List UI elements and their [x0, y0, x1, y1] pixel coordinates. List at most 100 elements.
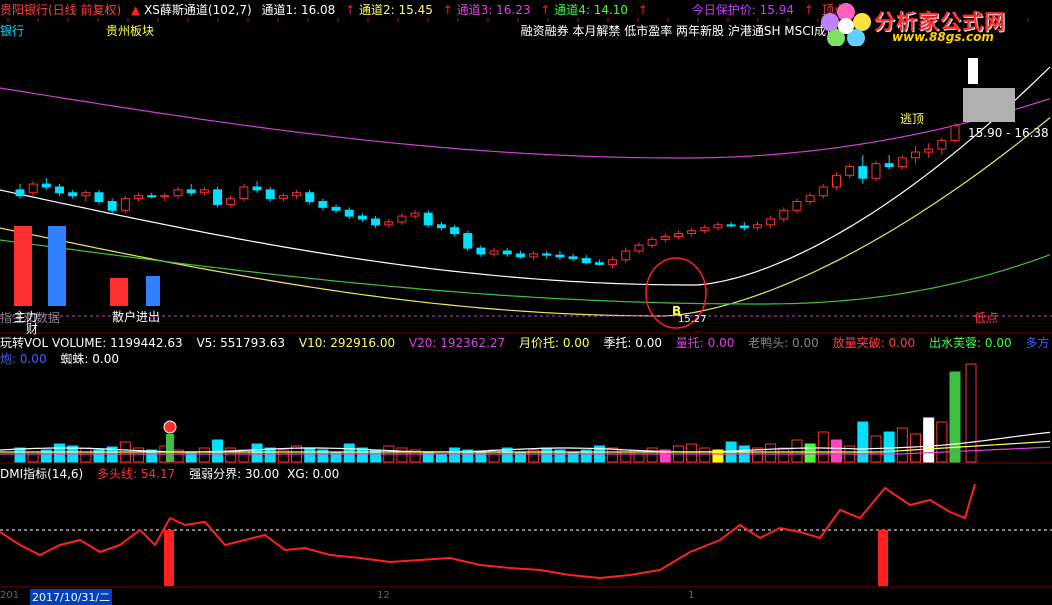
duotou-value: 多头线: 54.17: [97, 467, 176, 481]
top-candle-marker: [968, 58, 978, 84]
industry-label: 银行: [0, 24, 25, 38]
candle-body: [884, 163, 894, 168]
candle-body: [199, 189, 209, 194]
candle-body: [147, 195, 157, 198]
volume-bar: [343, 443, 355, 463]
candle-body: [489, 250, 499, 255]
stock-chart[interactable]: [0, 0, 1052, 602]
volume-bar: [225, 447, 237, 463]
channel-2: 通道2: 15.45: [359, 3, 433, 17]
candle-body: [660, 235, 670, 240]
volume-bar: [857, 421, 869, 463]
candle-body: [805, 195, 815, 203]
candle-body: [94, 192, 104, 203]
arrow-up-icon: ↑: [540, 3, 551, 17]
volume-bar: [765, 443, 777, 463]
volume-bar: [435, 453, 447, 463]
volume-bar: [541, 447, 553, 463]
candle-body: [752, 224, 762, 229]
candle-body: [726, 224, 736, 227]
low-value-marker: 15.27: [678, 314, 707, 325]
volume-bar: [251, 443, 263, 463]
candle-body: [858, 166, 868, 179]
candle-body: [463, 233, 473, 249]
candle-body: [608, 259, 618, 265]
channel-1: 通道1: 16.08: [261, 3, 336, 17]
candle-body: [687, 230, 697, 235]
arrow-up-icon: ▲: [131, 3, 141, 17]
candle-body: [28, 183, 38, 194]
price-range: 15.90 - 16.38: [968, 126, 1049, 140]
candle-body: [713, 224, 723, 229]
candle-body: [700, 227, 710, 232]
footer-date: 2017/10/31/二: [30, 589, 113, 605]
footer-month-12: 12: [377, 590, 390, 601]
candle-body: [831, 174, 841, 188]
volume-bar: [830, 439, 842, 463]
candle-body: [621, 250, 631, 261]
dmi-signal-bar: [164, 530, 174, 586]
candle-body: [292, 192, 302, 197]
dmi-header: DMI指标(14,6) 多头线: 54.17 强弱分界: 30.00 XG: 0…: [0, 466, 349, 482]
volume-bar: [949, 371, 961, 463]
volume-bar: [936, 421, 948, 463]
concept-tags: 融资融券 本月解禁 低市盈率 两年新股 沪港通SH MSCI成份 中: [520, 24, 854, 38]
flower-logo-icon: [821, 3, 871, 47]
zhuli-out-bar: [48, 226, 66, 306]
candle-body: [305, 192, 315, 203]
candle-body: [568, 256, 578, 260]
channel-line-1: [0, 66, 1051, 286]
volume-bar: [778, 447, 790, 463]
dmi-title: DMI指标(14,6): [0, 467, 84, 481]
volume-bar: [883, 431, 895, 463]
candle-body: [910, 151, 920, 159]
candle-body: [265, 189, 275, 200]
volume-bar: [198, 447, 210, 463]
zhizhu-value: 蜘蛛: 0.00: [60, 352, 119, 366]
liangtuo-value: 量托: 0.00: [675, 336, 735, 350]
candle-body: [436, 224, 446, 229]
arrow-up-icon: ↑: [442, 3, 453, 17]
vol-value: VOLUME: 1199442.63: [51, 336, 183, 350]
channel-4: 通道4: 14.10: [554, 3, 629, 17]
candle-body: [766, 218, 776, 226]
volume-bar: [356, 447, 368, 463]
fenjie-value: 强弱分界: 30.00: [189, 467, 280, 481]
candle-body: [594, 262, 604, 265]
arrow-up-icon: ↑: [637, 3, 648, 17]
candle-body: [120, 198, 130, 211]
volume-bar: [923, 417, 935, 463]
zhuli-in-bar: [14, 226, 32, 306]
signal-bar: [166, 434, 174, 462]
candle-body: [410, 212, 420, 217]
candle-body: [634, 244, 644, 252]
jituo-value: 季托: 0.00: [603, 336, 662, 350]
sanhu-out-bar: [146, 276, 160, 306]
top-zone-box: [963, 88, 1015, 122]
volume-bar: [396, 447, 408, 463]
channel-3: 通道3: 16.23: [456, 3, 531, 17]
candle-body: [68, 192, 78, 197]
candle-body: [55, 186, 65, 194]
candle-body: [226, 198, 236, 205]
yuejiatuo-value: 月价托: 0.00: [518, 336, 590, 350]
stock-title: 贵阳银行(日线 前复权): [0, 3, 122, 17]
laoyatou-value: 老鸭头: 0.00: [748, 336, 819, 350]
volume-bar: [686, 443, 698, 463]
candle-body: [186, 189, 196, 194]
arrow-up-icon: ↑: [345, 3, 356, 17]
candle-body: [542, 253, 552, 256]
volume-bar: [304, 447, 316, 463]
dmi-duotou-line: [0, 483, 976, 580]
candle-body: [647, 238, 657, 246]
price-header: 贵阳银行(日线 前复权) ▲ XS薛斯通道(102,7) 通道1: 16.08 …: [0, 2, 852, 18]
volume-bar: [804, 443, 816, 463]
fangliang-value: 放量突破: 0.00: [832, 336, 916, 350]
dmi-signal-bar: [878, 530, 888, 586]
volume-bar: [896, 427, 908, 463]
candle-body: [450, 227, 460, 235]
volume-bar: [14, 447, 26, 463]
candle-body: [515, 253, 525, 258]
candle-body: [779, 209, 789, 220]
volume-bar: [80, 447, 92, 463]
